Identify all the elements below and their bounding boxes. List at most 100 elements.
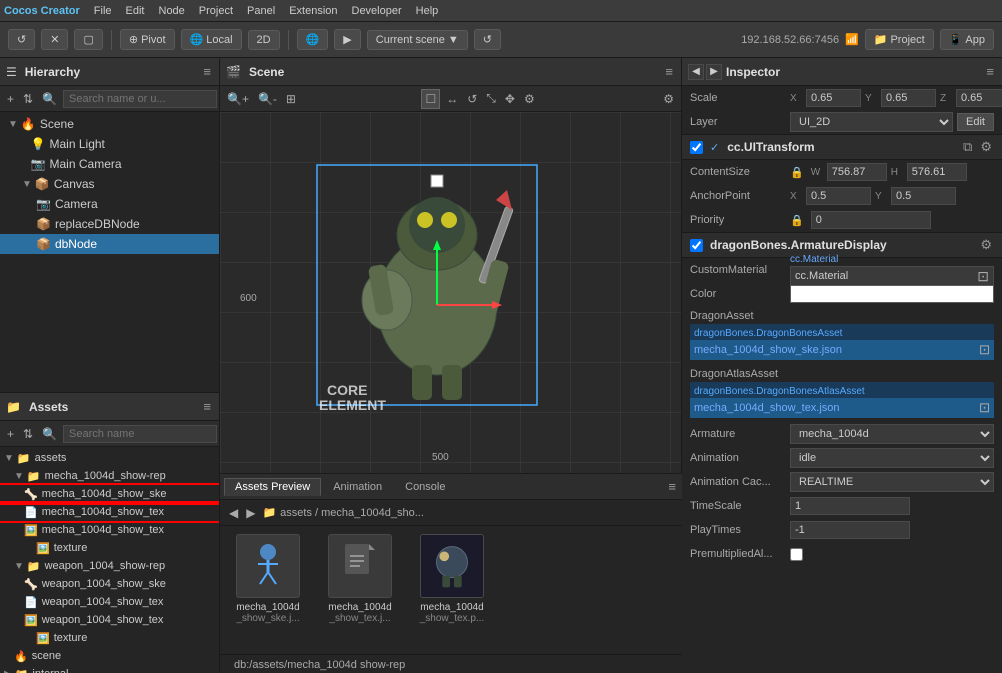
color-swatch[interactable] bbox=[790, 285, 994, 303]
tree-item-scene[interactable]: ▼ 🔥 Scene bbox=[0, 114, 219, 134]
play-btn[interactable]: ▶ bbox=[334, 29, 360, 50]
refresh-btn[interactable]: ↺ bbox=[8, 29, 35, 50]
menu-panel[interactable]: Panel bbox=[241, 3, 281, 19]
scale-z-input[interactable] bbox=[956, 89, 1002, 107]
hierarchy-sort-btn[interactable]: ⇅ bbox=[20, 90, 36, 108]
priority-input[interactable] bbox=[811, 211, 931, 229]
scene-tool-3[interactable]: ↺ bbox=[464, 89, 480, 109]
dragonasset-link-btn[interactable]: ⊡ bbox=[979, 342, 990, 358]
asset-weapon-ske[interactable]: 🦴 weapon_1004_show_ske bbox=[0, 575, 219, 593]
2d-btn[interactable]: 2D bbox=[248, 30, 280, 50]
tree-item-mainlight[interactable]: 💡 Main Light bbox=[0, 134, 219, 154]
menu-file[interactable]: File bbox=[88, 3, 118, 19]
contentsize-h-input[interactable] bbox=[907, 163, 967, 181]
layer-select[interactable]: UI_2D DEFAULT bbox=[790, 112, 953, 132]
scene-tool-4[interactable]: ⤡ bbox=[483, 89, 499, 109]
asset-thumb-ske[interactable]: mecha_1004d _show_ske.j... bbox=[228, 534, 308, 646]
menu-extension[interactable]: Extension bbox=[283, 3, 343, 19]
tree-item-replacedbnode[interactable]: 📦 replaceDBNode bbox=[0, 214, 219, 234]
bottom-nav-forward[interactable]: ▶ bbox=[243, 504, 258, 522]
tree-item-maincamera[interactable]: 📷 Main Camera bbox=[0, 154, 219, 174]
asset-mecha-folder[interactable]: ▼ 📁 mecha_1004d_show-rep bbox=[0, 467, 219, 485]
dragonatlas-link-btn[interactable]: ⊡ bbox=[979, 400, 990, 416]
anchor-y-input[interactable] bbox=[891, 187, 956, 205]
anchor-x-input[interactable] bbox=[806, 187, 871, 205]
reload-btn[interactable]: ↺ bbox=[474, 29, 501, 50]
asset-weapon-tex[interactable]: 📄 weapon_1004_show_tex bbox=[0, 593, 219, 611]
inspector-forward-btn[interactable]: ▶ bbox=[706, 64, 722, 80]
animation-select[interactable]: idle bbox=[790, 448, 994, 468]
pivot-btn[interactable]: ⊕ Pivot bbox=[120, 29, 175, 50]
asset-thumb-tex[interactable]: mecha_1004d _show_tex.p... bbox=[412, 534, 492, 646]
timescale-input[interactable] bbox=[790, 497, 910, 515]
dragonbones-gear-btn[interactable]: ⚙ bbox=[978, 235, 994, 255]
contentsize-w-input[interactable] bbox=[827, 163, 887, 181]
bottom-menu-btn[interactable]: ≡ bbox=[666, 477, 678, 496]
scene-select[interactable]: Current scene ▼ bbox=[367, 30, 468, 50]
assets-sort-btn[interactable]: ⇅ bbox=[20, 425, 36, 443]
scale-y-input[interactable] bbox=[881, 89, 936, 107]
hierarchy-search-input[interactable] bbox=[63, 90, 217, 108]
bottom-nav-back[interactable]: ◀ bbox=[226, 504, 241, 522]
tab-console[interactable]: Console bbox=[394, 478, 456, 496]
playtimes-input[interactable] bbox=[790, 521, 910, 539]
uitransform-checkbox[interactable] bbox=[690, 141, 703, 154]
hierarchy-search-btn[interactable]: 🔍 bbox=[39, 90, 60, 108]
menu-help[interactable]: Help bbox=[410, 3, 445, 19]
scene-tool-5[interactable]: ✥ bbox=[502, 89, 518, 109]
tree-item-dbnode[interactable]: 📦 dbNode bbox=[0, 234, 219, 254]
dbnode-label: dbNode bbox=[55, 237, 97, 251]
dragonbones-checkbox[interactable] bbox=[690, 239, 703, 252]
armature-select[interactable]: mecha_1004d bbox=[790, 424, 994, 444]
layer-edit-btn[interactable]: Edit bbox=[957, 113, 994, 131]
inspector-back-btn[interactable]: ◀ bbox=[688, 64, 704, 80]
asset-root[interactable]: ▼ 📁 assets bbox=[0, 449, 219, 467]
assets-search-input[interactable] bbox=[63, 425, 217, 443]
scene-canvas[interactable]: CORE ELEMENT 600 500 bbox=[220, 112, 681, 473]
material-link-btn[interactable]: ⊡ bbox=[977, 268, 989, 285]
premultiplied-checkbox[interactable] bbox=[790, 548, 803, 561]
asset-mecha-tex[interactable]: 📄 mecha_1004d_show_tex bbox=[0, 503, 219, 521]
tab-assets-preview[interactable]: Assets Preview bbox=[224, 478, 321, 496]
menu-project[interactable]: Project bbox=[193, 3, 239, 19]
asset-thumb-json[interactable]: mecha_1004d _show_tex.j... bbox=[320, 534, 400, 646]
asset-texture-sub[interactable]: 🖼️ texture bbox=[0, 539, 219, 557]
uitransform-gear-btn[interactable]: ⚙ bbox=[978, 137, 994, 157]
scene-zoom-in[interactable]: 🔍+ bbox=[224, 90, 252, 108]
app-btn[interactable]: 📱 App bbox=[940, 29, 994, 50]
scene-fit[interactable]: ⊞ bbox=[283, 90, 299, 108]
tree-item-camera[interactable]: 📷 Camera bbox=[0, 194, 219, 214]
uitransform-copy-btn[interactable]: ⧉ bbox=[961, 137, 974, 157]
asset-scene[interactable]: 🔥 scene bbox=[0, 647, 219, 665]
hierarchy-add-btn[interactable]: + bbox=[4, 90, 17, 108]
stop-btn[interactable]: ✕ bbox=[41, 29, 68, 50]
scene-zoom-out[interactable]: 🔍- bbox=[255, 90, 280, 108]
scene-tool-2[interactable]: ↔ bbox=[443, 89, 461, 109]
scale-x-input[interactable] bbox=[806, 89, 861, 107]
assets-search-btn[interactable]: 🔍 bbox=[39, 425, 60, 443]
tree-item-canvas[interactable]: ▼ 📦 Canvas bbox=[0, 174, 219, 194]
scene-tool-1[interactable]: ☐ bbox=[421, 89, 440, 109]
tab-animation[interactable]: Animation bbox=[322, 478, 393, 496]
assets-menu-btn[interactable]: ≡ bbox=[201, 397, 213, 416]
inspector-menu-btn[interactable]: ≡ bbox=[984, 62, 996, 81]
asset-mecha-tex2[interactable]: 🖼️ mecha_1004d_show_tex bbox=[0, 521, 219, 539]
asset-mecha-ske[interactable]: 🦴 mecha_1004d_show_ske bbox=[0, 485, 219, 503]
hierarchy-menu-btn[interactable]: ≡ bbox=[201, 62, 213, 81]
scene-menu-btn[interactable]: ≡ bbox=[663, 62, 675, 81]
menu-edit[interactable]: Edit bbox=[120, 3, 151, 19]
local-btn[interactable]: 🌐 Local bbox=[181, 29, 242, 50]
scene-settings[interactable]: ⚙ bbox=[660, 90, 677, 108]
assets-add-btn[interactable]: + bbox=[4, 425, 17, 443]
asset-weapon-tex-sub[interactable]: 🖼️ texture bbox=[0, 629, 219, 647]
project-btn[interactable]: 📁 Project bbox=[865, 29, 934, 50]
animcache-select[interactable]: REALTIME SHARED_CACHE PRIVATE_CACHE bbox=[790, 472, 994, 492]
scene-tool-6[interactable]: ⚙ bbox=[521, 89, 538, 109]
square-btn[interactable]: ▢ bbox=[74, 29, 102, 50]
asset-internal[interactable]: ▶ 📁 internal bbox=[0, 665, 219, 673]
asset-weapon-tex2[interactable]: 🖼️ weapon_1004_show_tex bbox=[0, 611, 219, 629]
menu-node[interactable]: Node bbox=[153, 3, 191, 19]
menu-developer[interactable]: Developer bbox=[346, 3, 408, 19]
globe-btn[interactable]: 🌐 bbox=[297, 29, 329, 50]
asset-weapon-folder[interactable]: ▼ 📁 weapon_1004_show-rep bbox=[0, 557, 219, 575]
